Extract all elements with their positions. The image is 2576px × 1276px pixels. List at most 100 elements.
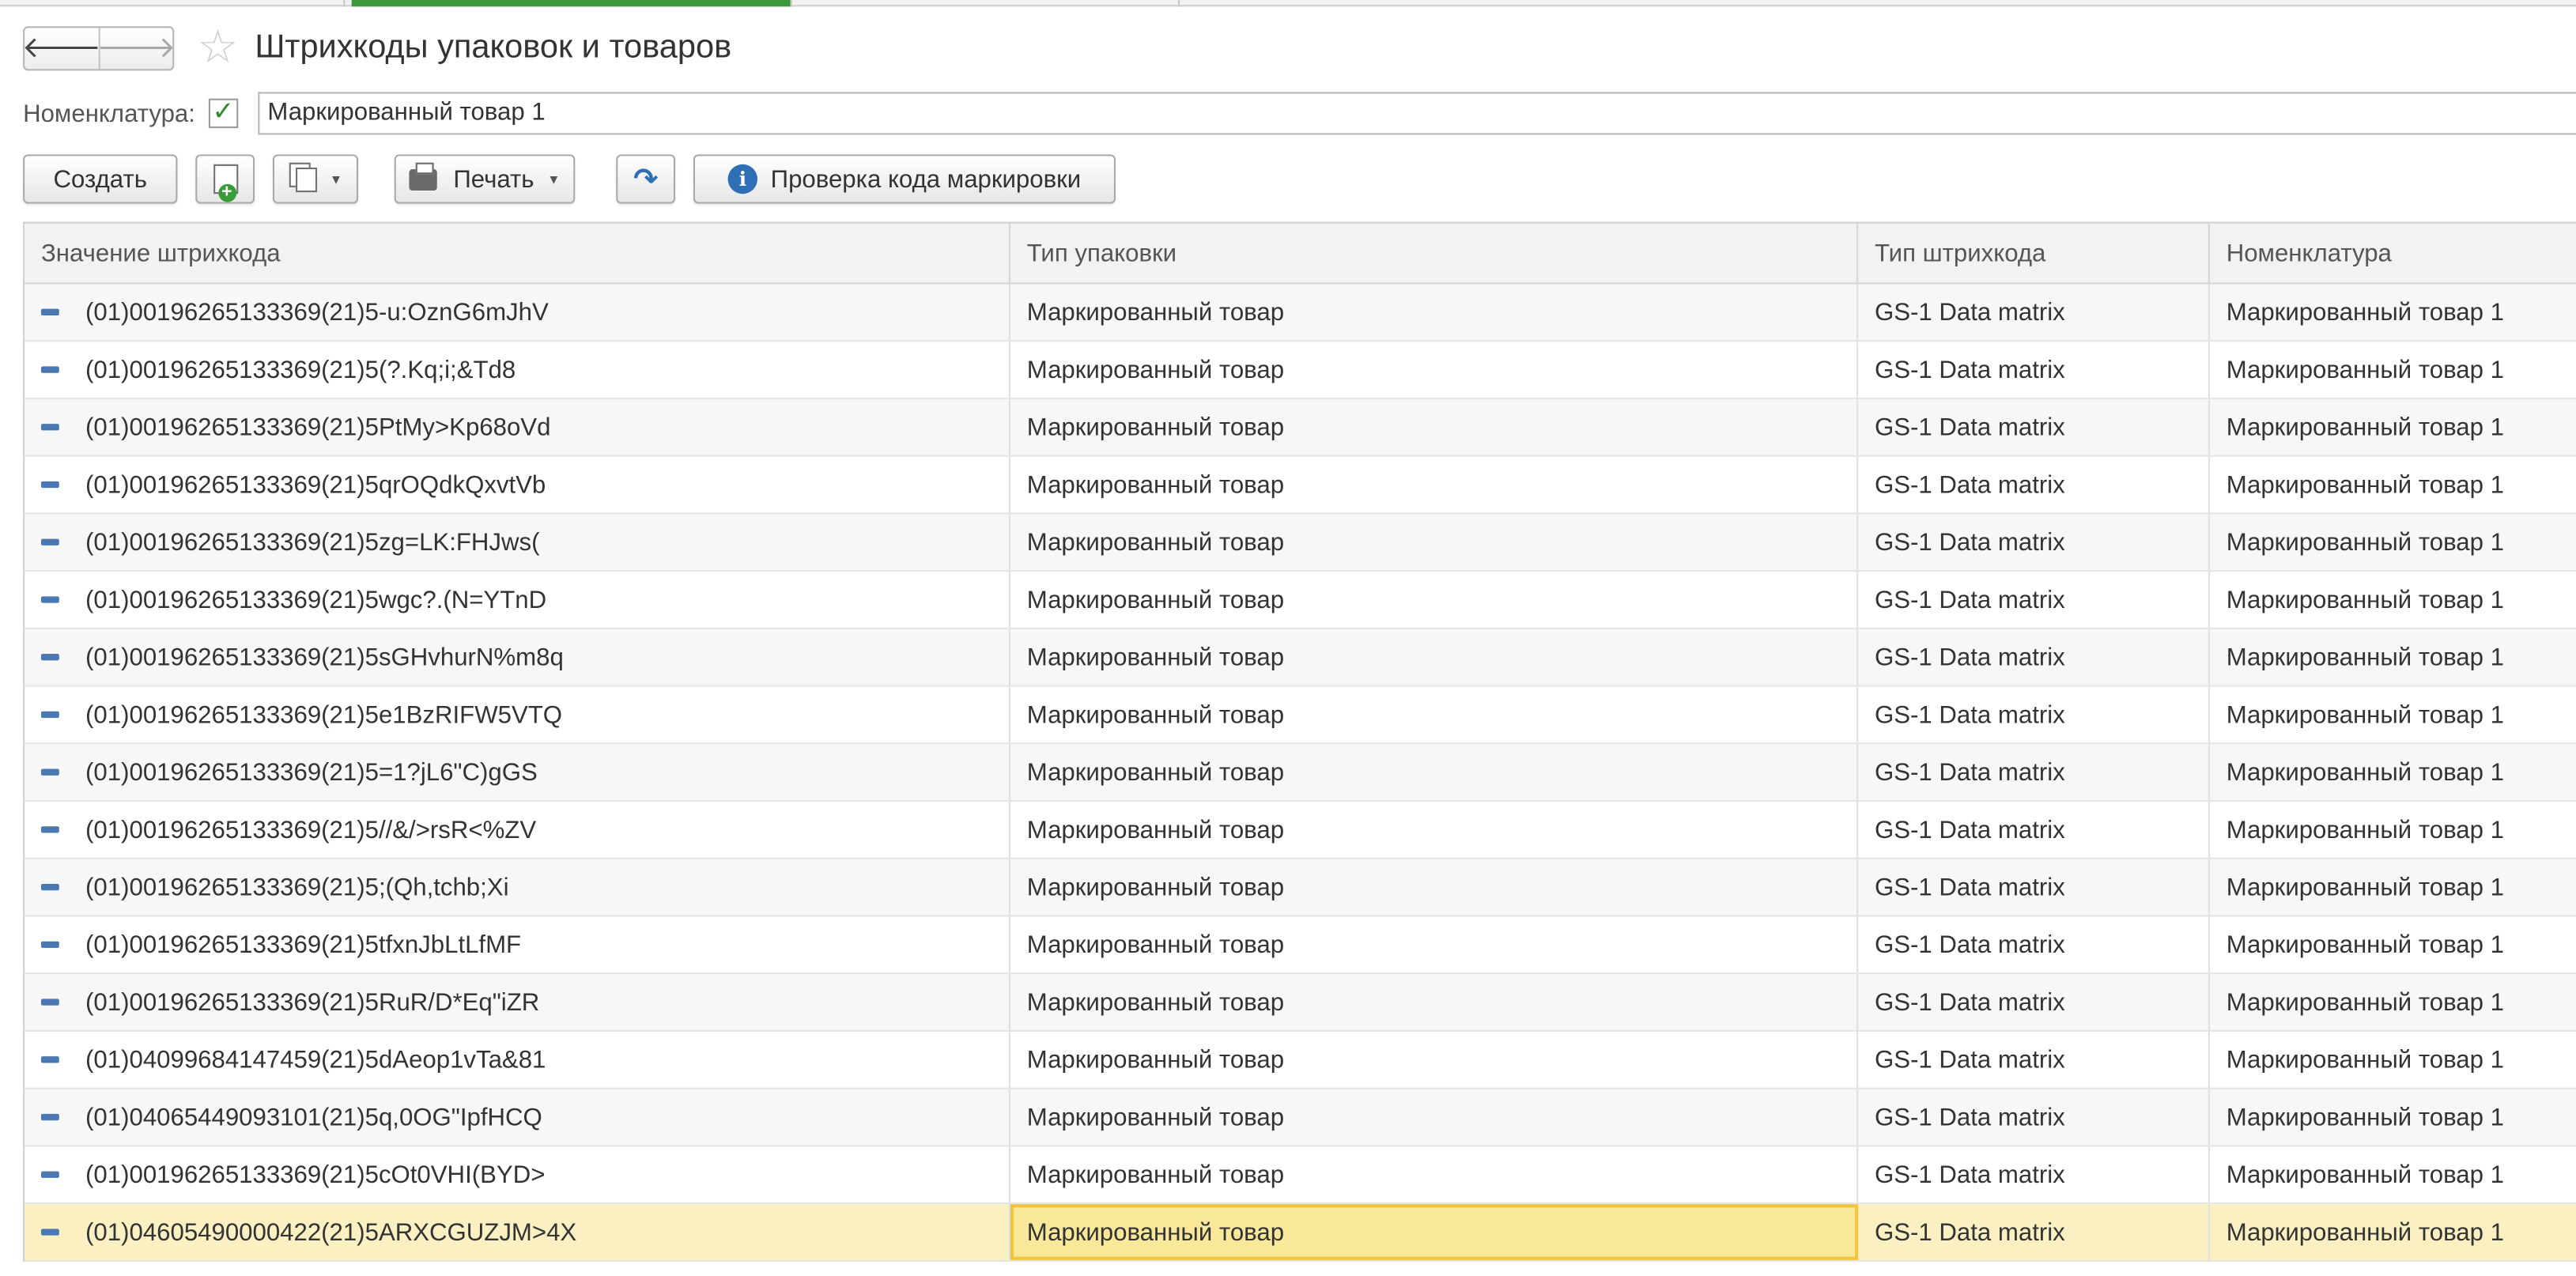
barcode-type-cell[interactable]: GS-1 Data matrix xyxy=(1858,916,2210,973)
barcode-value-cell[interactable]: (01)00196265133369(21)5e1BzRIFW5VTQ xyxy=(25,686,1010,743)
nomenclature-cell[interactable]: Маркированный товар 1 xyxy=(2210,629,2576,685)
barcode-value-cell[interactable]: (01)00196265133369(21)5cOt0VHI(BYD> xyxy=(25,1146,1010,1203)
barcode-value-cell[interactable]: (01)00196265133369(21)5=1?jL6"C)gGS xyxy=(25,744,1010,800)
nomenclature-cell[interactable]: Маркированный товар 1 xyxy=(2210,457,2576,513)
favorite-star-icon[interactable]: ☆ xyxy=(197,24,238,70)
barcode-type-cell[interactable]: GS-1 Data matrix xyxy=(1858,859,2210,915)
table-row[interactable]: (01)04099684147459(21)5dAeop1vTa&81 Марки… xyxy=(25,1031,2576,1089)
nomenclature-input[interactable]: Маркированный товар 1 xyxy=(257,92,2576,135)
barcode-value-cell[interactable]: (01)00196265133369(21)5;(Qh,tchb;Xi xyxy=(25,859,1010,915)
barcode-value-cell[interactable]: (01)00196265133369(21)5-u:OznG6mJhV xyxy=(25,284,1010,341)
table-row[interactable]: (01)00196265133369(21)5qrOQdkQxvtVb Марки… xyxy=(25,456,2576,515)
nomenclature-cell[interactable]: Маркированный товар 1 xyxy=(2210,1204,2576,1260)
nomenclature-cell[interactable]: Маркированный товар 1 xyxy=(2210,1032,2576,1088)
barcode-value-cell[interactable]: (01)00196265133369(21)5(?.Kq;i;&Td8 xyxy=(25,342,1010,398)
barcode-value-cell[interactable]: (01)00196265133369(21)5sGHvhurN%m8q xyxy=(25,629,1010,685)
barcode-type-cell[interactable]: GS-1 Data matrix xyxy=(1858,1204,2210,1260)
package-type-cell[interactable]: Маркированный товар xyxy=(1010,629,1859,685)
nomenclature-cell[interactable]: Маркированный товар 1 xyxy=(2210,572,2576,628)
tab-next[interactable] xyxy=(799,0,1180,7)
table-row[interactable]: (01)00196265133369(21)5sGHvhurN%m8q Марки… xyxy=(25,629,2576,687)
table-row[interactable]: (01)00196265133369(21)5=1?jL6"C)gGS Марки… xyxy=(25,744,2576,802)
print-button[interactable]: Печать ▼ xyxy=(394,154,576,204)
barcode-type-cell[interactable]: GS-1 Data matrix xyxy=(1858,342,2210,398)
package-type-cell[interactable]: Маркированный товар xyxy=(1010,1031,1859,1088)
barcode-value-cell[interactable]: (01)00196265133369(21)5tfxnJbLtLfMF xyxy=(25,916,1010,973)
package-type-cell[interactable]: Маркированный товар xyxy=(1010,342,1859,398)
package-type-cell[interactable]: Маркированный товар xyxy=(1010,1146,1859,1203)
nomenclature-cell[interactable]: Маркированный товар 1 xyxy=(2210,342,2576,398)
package-type-cell[interactable]: Маркированный товар xyxy=(1010,859,1859,915)
barcode-value-cell[interactable]: (01)04099684147459(21)5dAeop1vTa&81 xyxy=(25,1031,1010,1088)
column-header-barcode-type[interactable]: Тип штрихкода xyxy=(1858,223,2210,283)
barcode-type-cell[interactable]: GS-1 Data matrix xyxy=(1858,514,2210,571)
package-type-cell[interactable]: Маркированный товар xyxy=(1010,1204,1859,1260)
table-row[interactable]: (01)00196265133369(21)5e1BzRIFW5VTQ Марки… xyxy=(25,686,2576,745)
nomenclature-cell[interactable]: Маркированный товар 1 xyxy=(2210,917,2576,973)
back-button[interactable]: 🡐 xyxy=(22,27,101,68)
nomenclature-cell[interactable]: Маркированный товар 1 xyxy=(2210,744,2576,800)
barcode-type-cell[interactable]: GS-1 Data matrix xyxy=(1858,398,2210,455)
table-row[interactable]: (01)00196265133369(21)5PtMy>Kp68oVd Марки… xyxy=(25,398,2576,457)
package-type-cell[interactable]: Маркированный товар xyxy=(1010,284,1859,341)
create-copy-button[interactable] xyxy=(195,154,255,204)
package-type-cell[interactable]: Маркированный товар xyxy=(1010,1089,1859,1146)
nomenclature-cell[interactable]: Маркированный товар 1 xyxy=(2210,1146,2576,1202)
barcode-value-cell[interactable]: (01)04605490000422(21)5ARXCGUZJM>4X xyxy=(25,1204,1010,1260)
barcode-value-cell[interactable]: (01)00196265133369(21)5wgc?.(N=YTnD xyxy=(25,572,1010,628)
barcode-type-cell[interactable]: GS-1 Data matrix xyxy=(1858,629,2210,685)
barcode-value-cell[interactable]: (01)00196265133369(21)5//&/>rsR<%ZV xyxy=(25,802,1010,858)
package-type-cell[interactable]: Маркированный товар xyxy=(1010,744,1859,800)
table-row[interactable]: (01)00196265133369(21)5tfxnJbLtLfMF Марки… xyxy=(25,916,2576,975)
copy-menu-button[interactable]: ▼ xyxy=(272,154,359,204)
table-row[interactable]: (01)00196265133369(21)5RuR/D*Eq"iZR Марки… xyxy=(25,974,2576,1032)
package-type-cell[interactable]: Маркированный товар xyxy=(1010,514,1859,571)
nomenclature-cell[interactable]: Маркированный товар 1 xyxy=(2210,284,2576,340)
table-row[interactable]: (01)00196265133369(21)5//&/>rsR<%ZV Марки… xyxy=(25,802,2576,859)
package-type-cell[interactable]: Маркированный товар xyxy=(1010,916,1859,973)
forward-button[interactable]: 🡒 xyxy=(96,27,176,69)
table-row[interactable]: (01)00196265133369(21)5(?.Kq;i;&Td8 Марки… xyxy=(25,342,2576,399)
tab-active[interactable] xyxy=(351,0,792,7)
table-row[interactable]: (01)00196265133369(21)5wgc?.(N=YTnD Марки… xyxy=(25,572,2576,629)
barcode-value-cell[interactable]: (01)04065449093101(21)5q,0OG"IpfHCQ xyxy=(25,1089,1010,1146)
nomenclature-cell[interactable]: Маркированный товар 1 xyxy=(2210,514,2576,570)
package-type-cell[interactable]: Маркированный товар xyxy=(1010,974,1859,1030)
table-row[interactable]: (01)00196265133369(21)5-u:OznG6mJhV Марки… xyxy=(25,284,2576,342)
nomenclature-cell[interactable]: Маркированный товар 1 xyxy=(2210,687,2576,743)
nomenclature-cell[interactable]: Маркированный товар 1 xyxy=(2210,859,2576,915)
barcode-type-cell[interactable]: GS-1 Data matrix xyxy=(1858,1089,2210,1146)
barcode-value-cell[interactable]: (01)00196265133369(21)5RuR/D*Eq"iZR xyxy=(25,974,1010,1030)
barcode-type-cell[interactable]: GS-1 Data matrix xyxy=(1858,572,2210,628)
create-button[interactable]: Создать xyxy=(23,154,178,204)
barcode-value-cell[interactable]: (01)00196265133369(21)5zg=LK:FHJws( xyxy=(25,514,1010,571)
nomenclature-cell[interactable]: Маркированный товар 1 xyxy=(2210,974,2576,1030)
barcode-type-cell[interactable]: GS-1 Data matrix xyxy=(1858,1031,2210,1088)
column-header-nomenclature[interactable]: Номенклатура xyxy=(2210,224,2576,283)
table-row[interactable]: (01)04605490000422(21)5ARXCGUZJM>4X Марки… xyxy=(25,1204,2576,1262)
table-row[interactable]: (01)00196265133369(21)5cOt0VHI(BYD> Марки… xyxy=(25,1146,2576,1205)
package-type-cell[interactable]: Маркированный товар xyxy=(1010,686,1859,743)
check-marking-code-button[interactable]: i Проверка кода маркировки xyxy=(693,154,1116,204)
package-type-cell[interactable]: Маркированный товар xyxy=(1010,456,1859,513)
table-row[interactable]: (01)04065449093101(21)5q,0OG"IpfHCQ Марки… xyxy=(25,1089,2576,1147)
barcode-type-cell[interactable]: GS-1 Data matrix xyxy=(1858,686,2210,743)
column-header-package-type[interactable]: Тип упаковки xyxy=(1010,223,1859,283)
column-header-barcode[interactable]: Значение штрихкода xyxy=(25,223,1010,283)
barcode-value-cell[interactable]: (01)00196265133369(21)5qrOQdkQxvtVb xyxy=(25,456,1010,513)
barcode-type-cell[interactable]: GS-1 Data matrix xyxy=(1858,1146,2210,1203)
nomenclature-checkbox[interactable]: ✓ xyxy=(208,98,238,129)
barcode-type-cell[interactable]: GS-1 Data matrix xyxy=(1858,284,2210,341)
package-type-cell[interactable]: Маркированный товар xyxy=(1010,572,1859,628)
go-button[interactable]: ↷ xyxy=(616,154,676,204)
package-type-cell[interactable]: Маркированный товар xyxy=(1010,398,1859,455)
table-row[interactable]: (01)00196265133369(21)5;(Qh,tchb;Xi Марки… xyxy=(25,859,2576,917)
barcode-value-cell[interactable]: (01)00196265133369(21)5PtMy>Kp68oVd xyxy=(25,398,1010,455)
barcode-type-cell[interactable]: GS-1 Data matrix xyxy=(1858,456,2210,513)
package-type-cell[interactable]: Маркированный товар xyxy=(1010,802,1859,858)
nomenclature-cell[interactable]: Маркированный товар 1 xyxy=(2210,399,2576,455)
tab-previous[interactable] xyxy=(0,0,346,7)
barcode-type-cell[interactable]: GS-1 Data matrix xyxy=(1858,744,2210,800)
nomenclature-cell[interactable]: Маркированный товар 1 xyxy=(2210,1089,2576,1146)
nomenclature-cell[interactable]: Маркированный товар 1 xyxy=(2210,802,2576,858)
